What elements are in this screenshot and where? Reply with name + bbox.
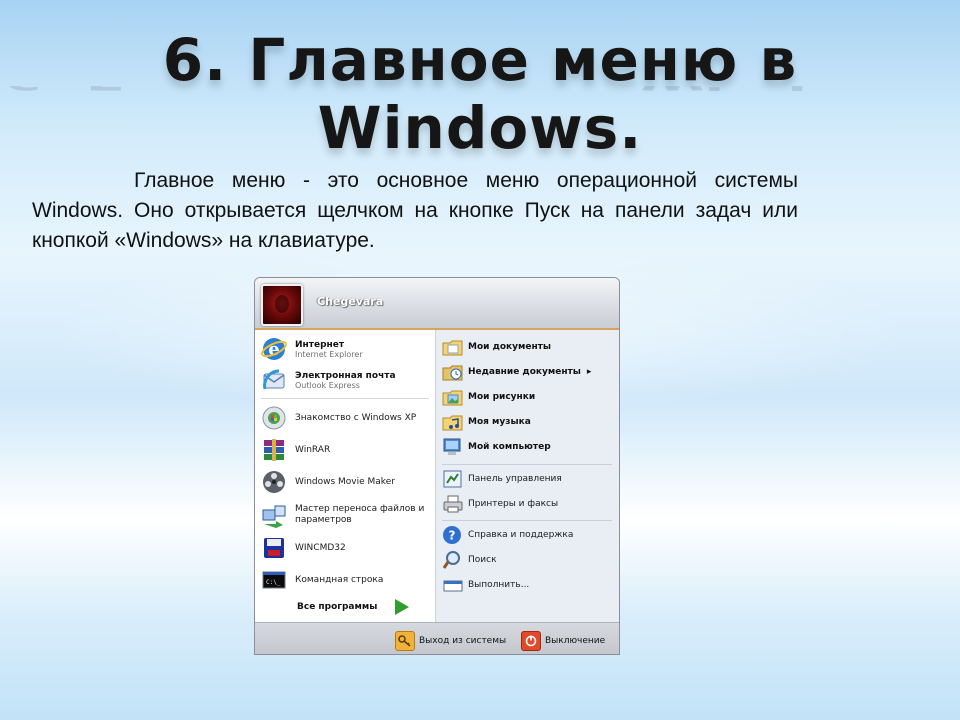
my-music-icon bbox=[442, 415, 463, 431]
command-prompt-icon: C:\_ bbox=[262, 571, 286, 589]
menu-item-transfer-wizard[interactable]: Мастер переноса файлов и параметров bbox=[261, 500, 433, 530]
movie-maker-icon bbox=[263, 471, 285, 493]
menu-item-command-prompt-label: Командная строка bbox=[295, 575, 384, 585]
logoff-label: Выход из системы bbox=[419, 636, 507, 646]
my-computer-icon bbox=[443, 438, 461, 455]
internet-explorer-icon: e bbox=[261, 338, 287, 360]
body-text: Главное меню - это основное меню операци… bbox=[32, 169, 798, 252]
menu-item-search-label: Поиск bbox=[468, 555, 497, 565]
user-name: Chegevara bbox=[317, 295, 384, 308]
help-icon: ? bbox=[443, 526, 461, 544]
start-menu-footer: Выход из системы Выключение bbox=[255, 622, 619, 654]
menu-item-command-prompt[interactable]: C:\_ Командная строка bbox=[261, 566, 433, 594]
recent-documents-icon bbox=[442, 365, 463, 381]
control-panel-icon bbox=[443, 470, 462, 488]
search-icon bbox=[442, 551, 460, 569]
menu-item-internet-title: Интернет bbox=[295, 339, 345, 350]
menu-item-my-music-label: Моя музыка bbox=[468, 417, 531, 427]
menu-item-wincmd-label: WINCMD32 bbox=[295, 543, 346, 553]
menu-item-my-computer[interactable]: Мой компьютер bbox=[442, 436, 551, 458]
shutdown-label: Выключение bbox=[545, 636, 606, 646]
menu-item-movie-maker[interactable]: Windows Movie Maker bbox=[261, 468, 433, 496]
menu-item-my-pictures-label: Мои рисунки bbox=[468, 392, 536, 402]
menu-item-winrar[interactable]: WinRAR bbox=[261, 436, 433, 464]
start-menu-header: Chegevara bbox=[255, 278, 619, 330]
start-menu-left-pane: e Интернет Internet Explorer Электронная… bbox=[255, 330, 435, 637]
menu-item-email-subtitle: Outlook Express bbox=[295, 380, 360, 390]
menu-item-recent-documents-label: Недавние документы bbox=[468, 367, 581, 377]
start-menu: Chegevara e Интернет Internet Explorer Э… bbox=[254, 277, 620, 655]
menu-item-printers[interactable]: Принтеры и факсы bbox=[442, 493, 558, 515]
menu-item-printers-label: Принтеры и факсы bbox=[468, 499, 559, 509]
transfer-wizard-icon bbox=[262, 505, 286, 528]
svg-text:C:\_: C:\_ bbox=[266, 579, 281, 586]
menu-item-help[interactable]: ? Справка и поддержка bbox=[442, 524, 573, 546]
menu-item-my-documents[interactable]: Мои документы bbox=[442, 336, 551, 358]
right-pane-separator bbox=[442, 464, 612, 465]
power-icon bbox=[521, 631, 541, 651]
key-icon bbox=[395, 631, 415, 651]
submenu-arrow-icon: ▸ bbox=[586, 367, 592, 377]
logoff-button[interactable]: Выход из системы bbox=[395, 631, 506, 651]
all-programs-button[interactable]: Все программы bbox=[297, 602, 377, 612]
menu-item-my-computer-label: Мой компьютер bbox=[468, 442, 551, 452]
menu-item-internet-subtitle: Internet Explorer bbox=[295, 349, 363, 359]
shutdown-button[interactable]: Выключение bbox=[521, 631, 605, 651]
right-pane-separator-2 bbox=[442, 520, 612, 521]
printers-icon bbox=[443, 495, 463, 513]
menu-item-control-panel[interactable]: Панель управления bbox=[442, 468, 562, 490]
menu-item-transfer-wizard-label: Мастер переноса файлов и параметров bbox=[295, 504, 425, 525]
menu-item-my-pictures[interactable]: Мои рисунки bbox=[442, 386, 535, 408]
left-pane-separator bbox=[261, 398, 429, 399]
my-pictures-icon bbox=[442, 390, 463, 406]
body-paragraph: Главное меню - это основное меню операци… bbox=[32, 166, 798, 256]
menu-item-email-title: Электронная почта bbox=[295, 370, 396, 381]
windows-tour-icon bbox=[262, 406, 286, 430]
menu-item-my-music[interactable]: Моя музыка bbox=[442, 411, 531, 433]
start-menu-right-pane: Мои документы Недавние документы ▸ Мои р… bbox=[435, 330, 619, 622]
svg-text:?: ? bbox=[449, 529, 456, 543]
slide-title: 6. Главное меню в Windows. bbox=[162, 26, 798, 162]
menu-item-search[interactable]: Поиск bbox=[442, 549, 497, 571]
menu-item-run-label: Выполнить... bbox=[468, 580, 530, 590]
menu-item-my-documents-label: Мои документы bbox=[468, 342, 552, 352]
menu-item-email[interactable]: Электронная почта Outlook Express bbox=[261, 366, 433, 394]
run-icon bbox=[443, 580, 463, 592]
menu-item-windows-tour[interactable]: Знакомство с Windows XP bbox=[261, 404, 433, 432]
my-documents-icon bbox=[442, 340, 463, 356]
menu-item-wincmd[interactable]: WINCMD32 bbox=[261, 534, 433, 562]
menu-item-movie-maker-label: Windows Movie Maker bbox=[295, 477, 395, 487]
menu-item-control-panel-label: Панель управления bbox=[468, 474, 562, 484]
all-programs-arrow-icon bbox=[395, 599, 409, 615]
wincmd-icon bbox=[264, 538, 284, 558]
menu-item-windows-tour-label: Знакомство с Windows XP bbox=[295, 413, 417, 423]
menu-item-winrar-label: WinRAR bbox=[295, 445, 331, 455]
outlook-express-icon bbox=[263, 369, 285, 390]
menu-item-help-label: Справка и поддержка bbox=[468, 530, 574, 540]
menu-item-run[interactable]: Выполнить... bbox=[442, 574, 529, 596]
winrar-icon bbox=[264, 439, 284, 461]
user-avatar[interactable] bbox=[261, 284, 303, 326]
menu-item-recent-documents[interactable]: Недавние документы ▸ bbox=[442, 361, 591, 383]
menu-item-internet[interactable]: e Интернет Internet Explorer bbox=[261, 335, 433, 363]
